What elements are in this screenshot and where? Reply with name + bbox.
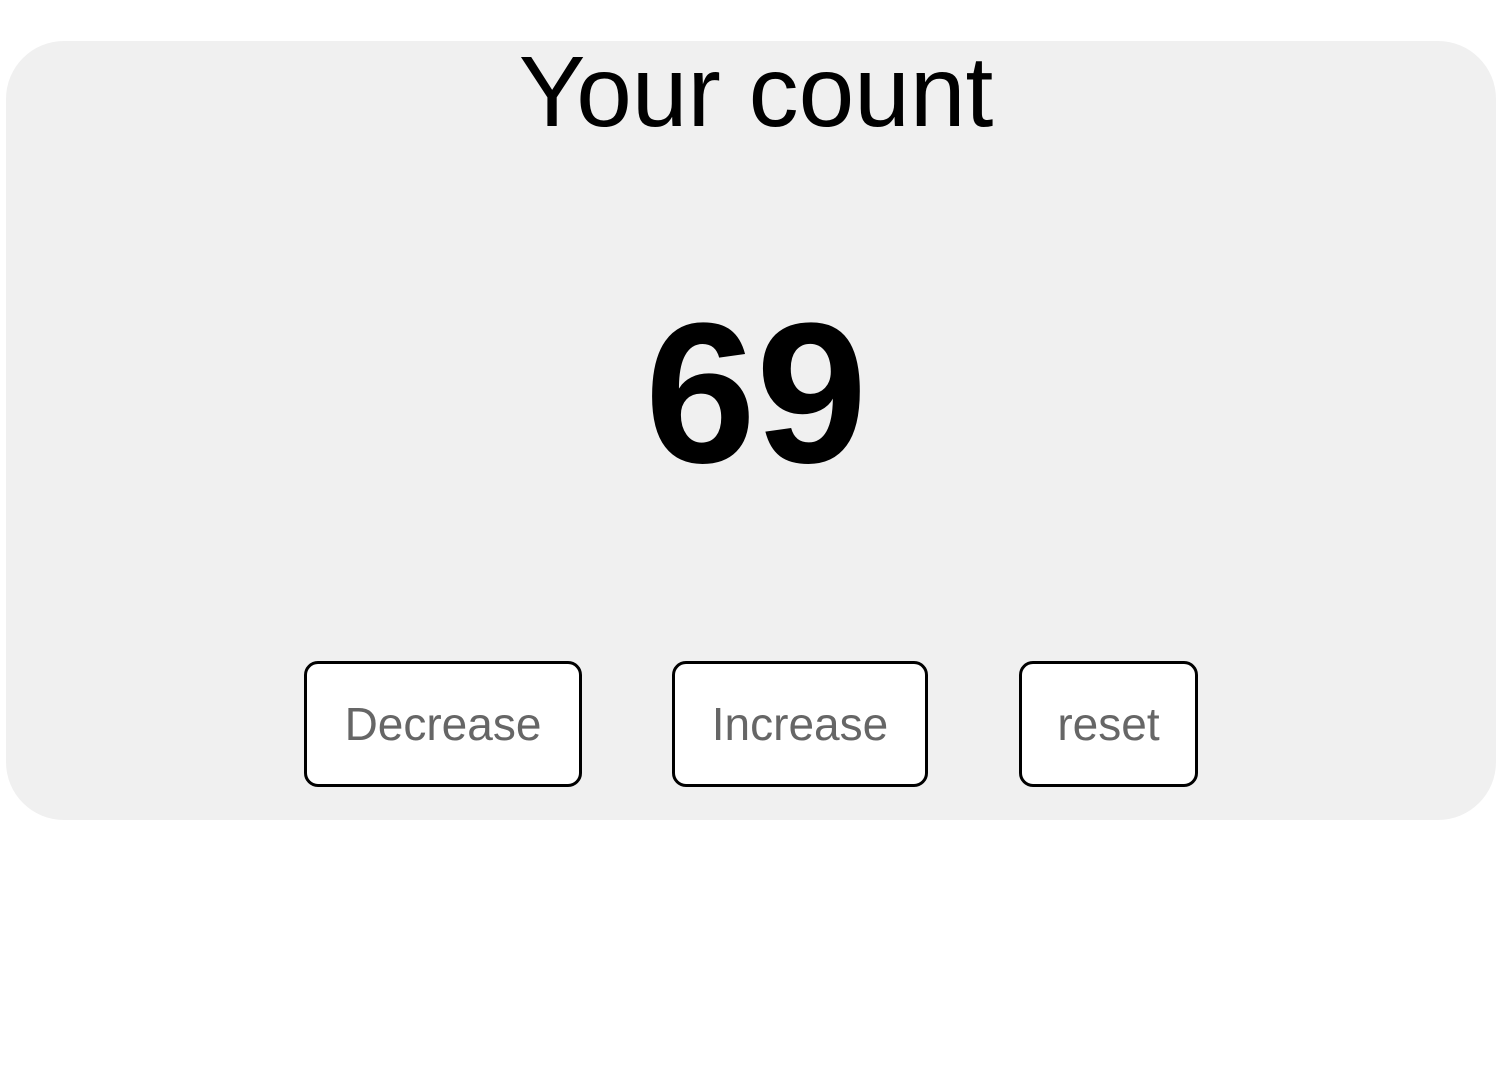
decrease-button[interactable]: Decrease [304, 661, 582, 787]
count-value: 69 [644, 282, 868, 505]
increase-button[interactable]: Increase [672, 661, 928, 787]
page-title: Your count [518, 36, 994, 148]
reset-button[interactable]: reset [1019, 661, 1198, 787]
